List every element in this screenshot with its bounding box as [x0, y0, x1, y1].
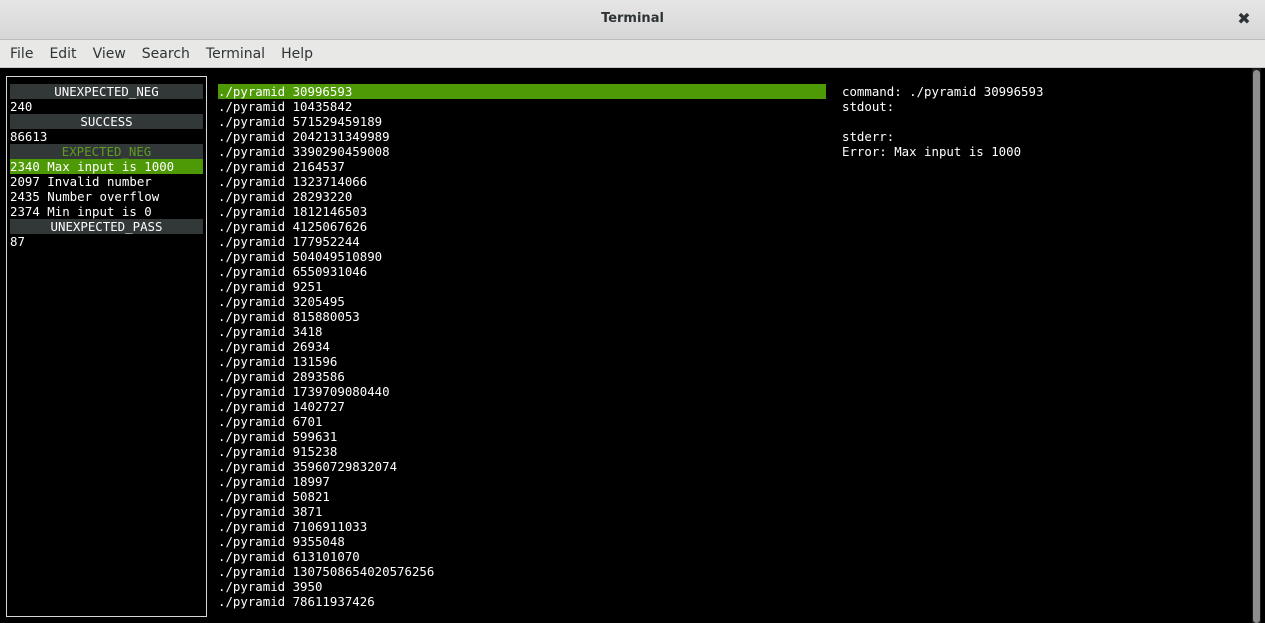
- command-item[interactable]: ./pyramid 18997: [218, 474, 826, 489]
- command-item[interactable]: ./pyramid 599631: [218, 429, 826, 444]
- category-header: EXPECTED_NEG: [10, 144, 203, 159]
- command-item[interactable]: ./pyramid 3950: [218, 579, 826, 594]
- category-item[interactable]: 2097 Invalid number: [10, 174, 203, 189]
- command-item[interactable]: ./pyramid 815880053: [218, 309, 826, 324]
- command-item[interactable]: ./pyramid 177952244: [218, 234, 826, 249]
- category-item[interactable]: 2374 Min input is 0: [10, 204, 203, 219]
- command-list: ./pyramid 30996593 ./pyramid 10435842 ./py…: [218, 84, 826, 609]
- command-item[interactable]: ./pyramid 9251: [218, 279, 826, 294]
- command-item[interactable]: ./pyramid 1739709080440: [218, 384, 826, 399]
- command-item[interactable]: ./pyramid 4125067626: [218, 219, 826, 234]
- command-item[interactable]: ./pyramid 3871: [218, 504, 826, 519]
- command-item[interactable]: ./pyramid 50821: [218, 489, 826, 504]
- detail-line: command: ./pyramid 30996593: [842, 84, 1044, 99]
- command-item[interactable]: ./pyramid 1812146503: [218, 204, 826, 219]
- menu-terminal[interactable]: Terminal: [198, 46, 273, 62]
- command-item[interactable]: ./pyramid 2893586: [218, 369, 826, 384]
- command-item[interactable]: ./pyramid 571529459189: [218, 114, 826, 129]
- command-item-selected[interactable]: ./pyramid 30996593: [218, 84, 826, 99]
- category-list: UNEXPECTED_NEG 240 SUCCESS 86613 EXPECTED_NE…: [10, 84, 203, 249]
- command-item[interactable]: ./pyramid 1323714066: [218, 174, 826, 189]
- close-icon[interactable]: ✖: [1235, 9, 1253, 29]
- detail-line: stdout:: [842, 99, 895, 114]
- command-item[interactable]: ./pyramid 9355048: [218, 534, 826, 549]
- command-item[interactable]: ./pyramid 915238: [218, 444, 826, 459]
- command-item[interactable]: ./pyramid 613101070: [218, 549, 826, 564]
- command-item[interactable]: ./pyramid 1402727: [218, 399, 826, 414]
- category-item[interactable]: 2435 Number overflow: [10, 189, 203, 204]
- category-item[interactable]: 240: [10, 99, 203, 114]
- category-header: UNEXPECTED_PASS: [10, 219, 203, 234]
- command-item[interactable]: ./pyramid 28293220: [218, 189, 826, 204]
- command-item[interactable]: ./pyramid 7106911033: [218, 519, 826, 534]
- title-bar: Terminal ✖: [0, 0, 1265, 40]
- command-item[interactable]: ./pyramid 6550931046: [218, 264, 826, 279]
- detail-line: stderr:: [842, 129, 895, 144]
- command-item[interactable]: ./pyramid 10435842: [218, 99, 826, 114]
- command-item[interactable]: ./pyramid 6701: [218, 414, 826, 429]
- command-item[interactable]: ./pyramid 3418: [218, 324, 826, 339]
- menu-help[interactable]: Help: [273, 46, 321, 62]
- menu-view[interactable]: View: [85, 46, 134, 62]
- category-panel: UNEXPECTED_NEG 240 SUCCESS 86613 EXPECTED_NE…: [6, 76, 207, 617]
- command-item[interactable]: ./pyramid 3205495: [218, 294, 826, 309]
- category-header: UNEXPECTED_NEG: [10, 84, 203, 99]
- detail-line: Error: Max input is 1000: [842, 144, 1022, 159]
- window-title: Terminal: [601, 11, 664, 26]
- command-item[interactable]: ./pyramid 131596: [218, 354, 826, 369]
- command-item[interactable]: ./pyramid 2042131349989: [218, 129, 826, 144]
- command-item[interactable]: ./pyramid 78611937426: [218, 594, 826, 609]
- category-item[interactable]: 87: [10, 234, 203, 249]
- menu-file[interactable]: File: [2, 46, 41, 62]
- menu-search[interactable]: Search: [134, 46, 198, 62]
- scrollbar[interactable]: [1252, 68, 1261, 623]
- category-item[interactable]: 86613: [10, 129, 203, 144]
- command-item[interactable]: ./pyramid 26934: [218, 339, 826, 354]
- command-item[interactable]: ./pyramid 3390290459008: [218, 144, 826, 159]
- category-header: SUCCESS: [10, 114, 203, 129]
- command-item[interactable]: ./pyramid 504049510890: [218, 249, 826, 264]
- command-item[interactable]: ./pyramid 35960729832074: [218, 459, 826, 474]
- command-item[interactable]: ./pyramid 2164537: [218, 159, 826, 174]
- detail-panel: command: ./pyramid 30996593 stdout: stderr…: [842, 84, 1242, 159]
- scrollbar-thumb[interactable]: [1253, 70, 1260, 623]
- detail-line: [842, 114, 1242, 129]
- command-item[interactable]: ./pyramid 1307508654020576256: [218, 564, 826, 579]
- category-item-selected[interactable]: 2340 Max input is 1000: [10, 159, 203, 174]
- menu-edit[interactable]: Edit: [41, 46, 84, 62]
- terminal-area[interactable]: UNEXPECTED_NEG 240 SUCCESS 86613 EXPECTED_NE…: [0, 68, 1265, 623]
- menu-bar: File Edit View Search Terminal Help: [0, 40, 1265, 68]
